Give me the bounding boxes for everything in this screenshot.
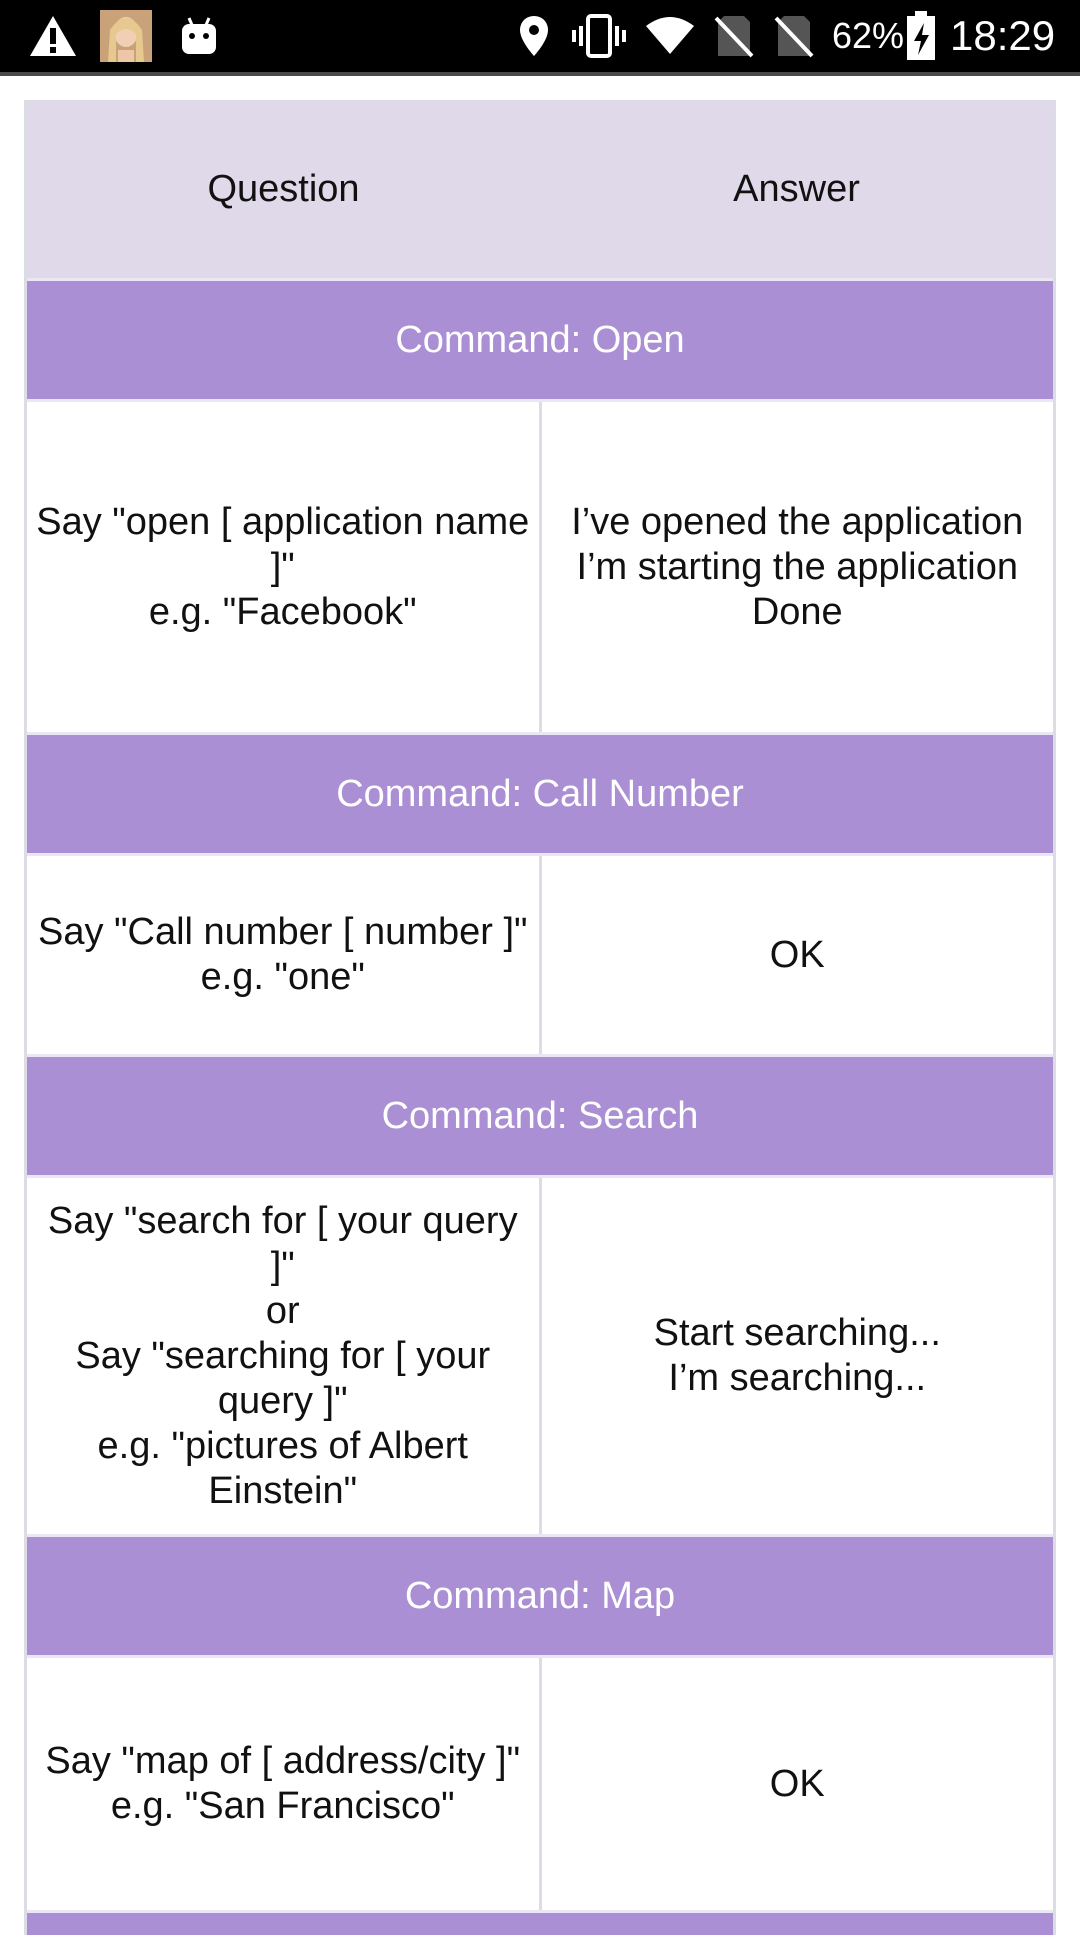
answer-cell: Start searching... I’m searching... bbox=[542, 1178, 1054, 1534]
location-icon bbox=[518, 10, 550, 62]
answer-line: I’ve opened the application bbox=[571, 500, 1024, 543]
answer-cell: OK bbox=[542, 856, 1054, 1054]
table-row: Say "Call number [ number ]" e.g. "one" … bbox=[27, 853, 1053, 1054]
question-line: e.g. "Facebook" bbox=[148, 590, 417, 633]
wifi-icon bbox=[644, 10, 696, 62]
question-cell: Say "search for [ your query ]" or Say "… bbox=[27, 1178, 542, 1534]
answer-cell: I’ve opened the application I’m starting… bbox=[542, 402, 1054, 732]
table-header-row: Question Answer bbox=[27, 100, 1053, 278]
header-answer: Answer bbox=[733, 167, 860, 210]
command-map-header: Command: Map bbox=[27, 1534, 1053, 1655]
answer-line: Done bbox=[751, 590, 843, 633]
next-command-header-partial bbox=[27, 1910, 1053, 1935]
table-row: Say "map of [ address/city ]" e.g. "San … bbox=[27, 1655, 1053, 1910]
table-row: Say "open [ application name ]" e.g. "Fa… bbox=[27, 399, 1053, 732]
question-line: e.g. "pictures of Albert bbox=[97, 1424, 468, 1467]
question-line: e.g. "one" bbox=[200, 956, 365, 998]
answer-cell: OK bbox=[542, 1658, 1054, 1910]
question-cell: Say "open [ application name ]" e.g. "Fa… bbox=[27, 402, 542, 732]
answer-line: OK bbox=[769, 933, 825, 976]
battery-charging-icon bbox=[906, 10, 936, 62]
question-line: e.g. "San Francisco" bbox=[110, 1785, 455, 1827]
question-line: or bbox=[265, 1289, 300, 1332]
question-line: Say "open [ application name bbox=[36, 500, 530, 543]
question-line: Say "search for [ your query ]" bbox=[47, 1199, 518, 1287]
question-line: ]" bbox=[270, 545, 295, 588]
command-open-header: Command: Open bbox=[27, 278, 1053, 399]
answer-line: I’m searching... bbox=[668, 1357, 927, 1399]
warning-icon bbox=[28, 10, 78, 62]
question-line: Say "Call number [ number ]" bbox=[37, 911, 528, 953]
no-sim-icon bbox=[714, 10, 754, 62]
question-line: Say "map of [ address/city ]" bbox=[45, 1740, 521, 1782]
android-icon bbox=[180, 10, 218, 62]
status-bar: 62% 18:29 bbox=[0, 0, 1080, 72]
status-bar-divider bbox=[0, 72, 1080, 76]
question-line: Einstein" bbox=[208, 1469, 358, 1512]
battery-percent: 62% bbox=[832, 15, 905, 56]
question-cell: Say "map of [ address/city ]" e.g. "San … bbox=[27, 1658, 542, 1910]
answer-line: Start searching... bbox=[653, 1312, 941, 1354]
command-search-header: Command: Search bbox=[27, 1054, 1053, 1175]
no-sim-icon bbox=[774, 10, 814, 62]
table-row: Say "search for [ your query ]" or Say "… bbox=[27, 1175, 1053, 1534]
avatar bbox=[100, 10, 152, 62]
question-cell: Say "Call number [ number ]" e.g. "one" bbox=[27, 856, 542, 1054]
question-line: Say "searching for [ your bbox=[75, 1334, 491, 1377]
answer-line: OK bbox=[769, 1762, 825, 1805]
question-line: query ]" bbox=[217, 1379, 348, 1422]
vibrate-icon bbox=[570, 10, 628, 62]
qa-table: Question Answer Command: Open Say "open … bbox=[24, 100, 1056, 1935]
clock: 18:29 bbox=[950, 12, 1056, 59]
header-question: Question bbox=[207, 167, 360, 210]
command-call-number-header: Command: Call Number bbox=[27, 732, 1053, 853]
answer-line: I’m starting the application bbox=[576, 545, 1018, 588]
